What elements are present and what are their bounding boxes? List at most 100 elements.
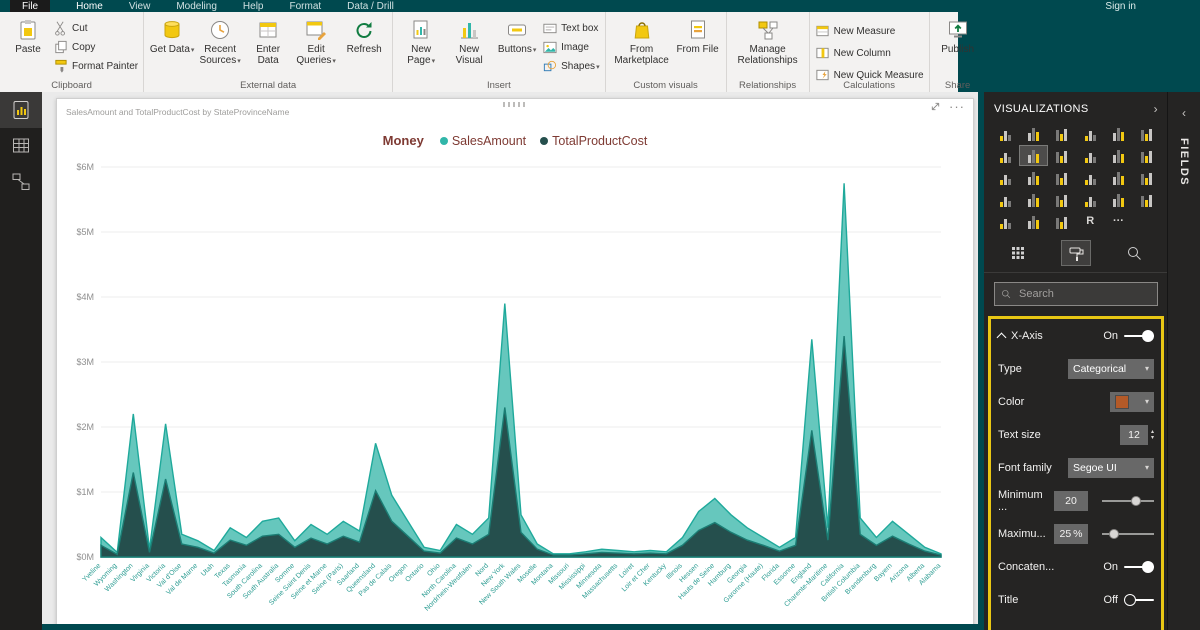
model-view-button[interactable] (0, 164, 42, 200)
legend-item-salesamount[interactable]: SalesAmount (439, 134, 526, 148)
100-stacked-bar-chart-icon[interactable] (1105, 124, 1131, 143)
format-row-font-family: Font family Segoe UI ▾ (998, 451, 1154, 484)
from-file-button[interactable]: From File (675, 15, 721, 55)
clustered-bar-chart-icon[interactable] (1049, 124, 1075, 143)
gauge-icon[interactable] (1049, 190, 1075, 209)
maximum-slider[interactable] (1102, 528, 1154, 539)
color-dropdown[interactable]: ▾ (1110, 391, 1154, 412)
donut-chart-icon[interactable] (1077, 168, 1103, 187)
edit-queries-button[interactable]: Edit Queries▾ (293, 15, 339, 66)
fields-tab[interactable] (1004, 241, 1032, 265)
data-view-button[interactable] (0, 128, 42, 164)
chart-plot-area[interactable]: $0M$1M$2M$3M$4M$5M$6MYvelineWyomingWashi… (61, 155, 961, 624)
expand-fields-icon[interactable]: ‹ (1182, 106, 1186, 120)
ribbon-group-clipboard: Paste Cut Copy Format Painter Clipboard (0, 12, 145, 92)
minimum-input[interactable]: 20 (1054, 490, 1088, 511)
font-family-dropdown[interactable]: Segoe UI ▾ (1068, 457, 1154, 478)
search-input[interactable] (1017, 287, 1151, 301)
shapes-button[interactable]: Shapes▾ (542, 58, 600, 74)
refresh-button[interactable]: Refresh (341, 15, 387, 55)
treemap-icon[interactable] (1105, 168, 1131, 187)
focus-mode-icon[interactable] (930, 101, 941, 112)
buttons-button[interactable]: Buttons▾ (494, 15, 540, 55)
paste-button[interactable]: Paste (5, 15, 51, 55)
stacked-column-chart-icon[interactable] (1020, 124, 1046, 143)
line-and-clustered-column-chart-icon[interactable] (1077, 146, 1103, 165)
clustered-column-chart-icon[interactable] (1077, 124, 1103, 143)
new-page-icon (413, 20, 428, 39)
text-box-button[interactable]: Text box (542, 20, 599, 36)
stacked-bar-chart-icon[interactable] (992, 124, 1018, 143)
format-tab[interactable] (1061, 240, 1091, 266)
filled-map-icon[interactable] (992, 190, 1018, 209)
funnel-icon[interactable] (1020, 190, 1046, 209)
manage-relationships-button[interactable]: Manage Relationships (732, 15, 804, 66)
slicer-icon[interactable] (992, 212, 1018, 231)
format-painter-button[interactable]: Format Painter (53, 58, 138, 74)
report-view-button[interactable] (0, 92, 42, 128)
waterfall-chart-icon[interactable] (992, 168, 1018, 187)
enter-data-button[interactable]: Enter Data (245, 15, 291, 66)
ribbon: Paste Cut Copy Format Painter Clipboard … (0, 12, 974, 93)
from-marketplace-button[interactable]: From Marketplace (611, 15, 673, 66)
format-painter-icon (55, 59, 67, 73)
type-dropdown[interactable]: Categorical ▾ (1068, 358, 1154, 379)
ribbon-group-insert: New Page▾ New Visual Buttons▾ Text box I… (393, 12, 606, 92)
ribbon-chart-icon[interactable] (1134, 146, 1160, 165)
svg-text:$2M: $2M (76, 422, 94, 432)
clipboard-group-label: Clipboard (51, 80, 92, 91)
line-chart-icon[interactable] (992, 146, 1018, 165)
legend-item-totalproductcost[interactable]: TotalProductCost (540, 134, 647, 148)
copy-button[interactable]: Copy (53, 39, 138, 55)
r-script-visual-icon[interactable]: R (1077, 212, 1103, 231)
matrix-icon[interactable] (1049, 212, 1075, 231)
database-icon (164, 21, 180, 39)
stepper-down-icon[interactable]: ▾ (1151, 435, 1154, 441)
pie-chart-icon[interactable] (1049, 168, 1075, 187)
concatenate-toggle[interactable] (1124, 560, 1154, 574)
cut-button[interactable]: Cut (53, 20, 138, 36)
new-visual-button[interactable]: New Visual (446, 15, 492, 66)
publish-button[interactable]: Publish (935, 15, 981, 55)
new-page-button[interactable]: New Page▾ (398, 15, 444, 66)
shapes-icon (544, 60, 557, 72)
scatter-chart-icon[interactable] (1020, 168, 1046, 187)
svg-text:$4M: $4M (76, 292, 94, 302)
recent-sources-button[interactable]: Recent Sources▾ (197, 15, 243, 66)
collapse-section-icon[interactable] (996, 332, 1007, 342)
analytics-tab[interactable] (1120, 241, 1148, 265)
map-icon[interactable] (1134, 168, 1160, 187)
drag-handle[interactable] (503, 102, 527, 107)
fields-grid-icon (1012, 247, 1024, 259)
new-column-button[interactable]: New Column (815, 45, 924, 61)
collapse-panel-icon[interactable]: › (1154, 102, 1158, 116)
100-stacked-column-chart-icon[interactable] (1134, 124, 1160, 143)
stacked-area-chart-icon[interactable] (1049, 146, 1075, 165)
insert-group-label: Insert (486, 80, 511, 91)
paint-roller-icon (1069, 247, 1083, 261)
x-axis-toggle[interactable] (1124, 329, 1154, 343)
get-data-button[interactable]: Get Data▾ (149, 15, 195, 55)
report-canvas[interactable]: ··· SalesAmount and TotalProductCost by … (42, 92, 978, 624)
multi-row-card-icon[interactable] (1105, 190, 1131, 209)
search-box[interactable] (994, 282, 1158, 306)
card-icon[interactable] (1077, 190, 1103, 209)
table-icon[interactable] (1020, 212, 1046, 231)
area-chart-visual[interactable]: ··· SalesAmount and TotalProductCost by … (56, 98, 974, 624)
publish-icon (948, 21, 967, 38)
text-size-stepper[interactable]: 12 ▴ ▾ (1119, 424, 1154, 445)
relationships-icon (758, 21, 778, 40)
area-chart-icon[interactable] (1019, 145, 1048, 166)
line-and-stacked-column-chart-icon[interactable] (1105, 146, 1131, 165)
more-options-icon[interactable]: ··· (1105, 212, 1131, 231)
new-measure-button[interactable]: New Measure (815, 23, 924, 39)
minimum-slider[interactable] (1102, 495, 1154, 506)
kpi-icon[interactable] (1134, 190, 1160, 209)
maximum-input[interactable]: 25% (1054, 523, 1088, 544)
title-toggle[interactable] (1124, 593, 1154, 607)
fields-pane-collapsed[interactable]: ‹ FIELDS (1167, 92, 1200, 630)
image-button[interactable]: Image (542, 39, 599, 55)
sign-in-button[interactable]: Sign in (1105, 0, 1136, 13)
more-options-icon[interactable]: ··· (949, 100, 965, 113)
svg-text:$0M: $0M (76, 552, 94, 562)
